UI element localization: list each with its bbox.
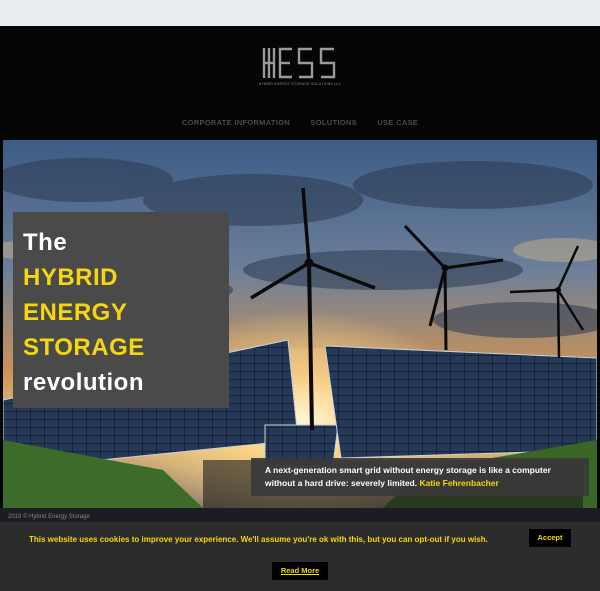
hero-banner: The HYBRID ENERGY STORAGE revolution A n… [3,140,597,508]
cookie-message: This website uses cookies to improve you… [29,535,488,544]
read-more-button[interactable]: Read More [272,562,328,580]
headline-line-4: STORAGE [23,334,145,361]
hess-logo[interactable]: HYBRID ENERGY STORAGE SOLUTIONS LLC [258,46,342,92]
headline-line-2: HYBRID [23,264,119,291]
headline-line-5: revolution [23,369,145,396]
main-nav: CORPORATE INFORMATION SOLUTIONS USE CASE [0,112,600,130]
cookie-banner: This website uses cookies to improve you… [0,522,600,591]
nav-item-solutions[interactable]: SOLUTIONS [310,118,356,127]
hero-quote: A next-generation smart grid without ene… [251,458,589,496]
logo-tagline: HYBRID ENERGY STORAGE SOLUTIONS LLC [258,82,342,86]
headline-line-3: ENERGY [23,299,128,326]
accept-button[interactable]: Accept [529,529,571,547]
nav-item-corporate-information[interactable]: CORPORATE INFORMATION [182,118,290,127]
page: HYBRID ENERGY STORAGE SOLUTIONS LLC CORP… [0,26,600,591]
site-footer: 2019 © Hybrid Energy Storage This websit… [0,508,600,591]
quote-author: Katie Fehrenbacher [419,478,499,488]
copyright-text: 2019 © Hybrid Energy Storage [8,514,90,520]
hess-logo-mark [262,47,336,79]
nav-item-use-case[interactable]: USE CASE [377,118,418,127]
headline-line-1: The [23,229,68,256]
quote-text: A next-generation smart grid without ene… [265,465,551,488]
hero-headline: The HYBRID ENERGY STORAGE revolution [13,212,229,408]
